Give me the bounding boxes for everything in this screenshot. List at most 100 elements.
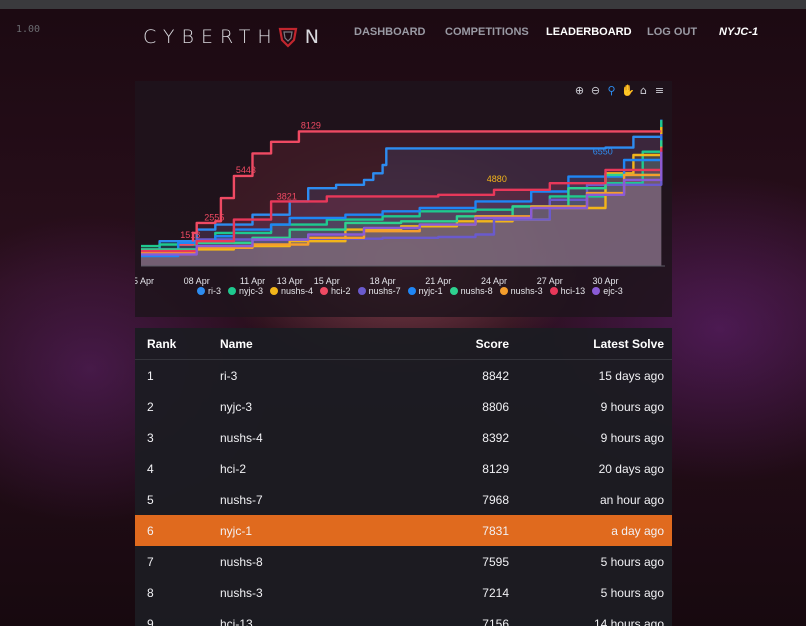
legend-label: nushs-8	[460, 286, 493, 296]
name-cell: hci-2	[220, 461, 247, 476]
legend-label: hci-2	[331, 286, 351, 296]
latest-solve-cell: 9 hours ago	[600, 399, 664, 414]
x-tick-label: 24 Apr	[481, 276, 507, 286]
nav-logout[interactable]: LOG OUT	[647, 26, 719, 38]
header-name[interactable]: Name	[220, 337, 420, 351]
score-cell: 7156	[482, 616, 509, 626]
header-rank[interactable]: Rank	[135, 337, 220, 351]
rank-cell: 7	[147, 554, 154, 569]
data-label: 5443	[236, 165, 256, 175]
legend-label: nyjc-1	[418, 286, 443, 296]
nav-user[interactable]: NYJC-1	[719, 26, 758, 38]
name-cell: nushs-8	[220, 554, 263, 569]
x-tick-label: 18 Apr	[370, 276, 396, 286]
legend-label: nyjc-3	[239, 286, 264, 296]
legend-marker-icon	[549, 287, 558, 295]
legend-label: ejc-3	[603, 286, 623, 296]
header-latest-solve[interactable]: Latest Solve	[509, 337, 672, 351]
score-cell: 8806	[482, 399, 509, 414]
name-cell: nushs-4	[220, 430, 263, 445]
score-cell: 7214	[482, 585, 509, 600]
score-cell: 8842	[482, 368, 509, 383]
nav-competitions[interactable]: COMPETITIONS	[445, 26, 546, 38]
score-cell: 7831	[482, 523, 509, 538]
legend-item[interactable]: nushs-8	[449, 286, 493, 296]
latest-solve-cell: 5 hours ago	[600, 554, 664, 569]
table-row-current-team[interactable]: 6 nyjc-1 7831 a day ago	[135, 515, 672, 546]
latest-solve-cell: an hour ago	[599, 492, 664, 507]
data-label: 6550	[593, 147, 613, 157]
name-cell: nushs-7	[220, 492, 263, 507]
latest-solve-cell: 15 days ago	[598, 368, 664, 383]
table-row[interactable]: 7 nushs-8 7595 5 hours ago	[135, 546, 672, 577]
brand-logo[interactable]: CYBERTH N	[143, 24, 326, 50]
table-row[interactable]: 3 nushs-4 8392 9 hours ago	[135, 422, 672, 453]
table-row[interactable]: 1 ri-3 8842 15 days ago	[135, 360, 672, 391]
rank-cell: 9	[147, 616, 154, 626]
brand-text-end: N	[304, 26, 326, 48]
legend-item[interactable]: nyjc-1	[407, 286, 443, 296]
legend-marker-icon	[270, 287, 279, 295]
main-nav: DASHBOARD COMPETITIONS LEADERBOARD LOG O…	[354, 26, 758, 38]
x-tick-label: 11 Apr	[240, 276, 265, 286]
rank-cell: 6	[147, 523, 154, 538]
nav-dashboard[interactable]: DASHBOARD	[354, 26, 445, 38]
legend-label: hci-13	[560, 286, 586, 296]
legend-item[interactable]: nyjc-3	[228, 286, 263, 296]
score-cell: 8392	[482, 430, 509, 445]
latest-solve-cell: 5 hours ago	[600, 585, 664, 600]
zoom-out-icon[interactable]: ⊖	[589, 84, 602, 97]
legend-item[interactable]: hci-13	[549, 286, 586, 296]
table-body: 1 ri-3 8842 15 days ago 2 nyjc-3 8806 9 hours a…	[135, 360, 672, 626]
header-score[interactable]: Score	[420, 337, 509, 351]
name-cell: hci-13	[220, 616, 253, 626]
legend-label: nushs-7	[368, 286, 401, 296]
data-label: 8129	[301, 120, 321, 130]
rank-cell: 1	[147, 368, 154, 383]
legend-marker-icon	[357, 287, 366, 295]
nav-leaderboard[interactable]: LEADERBOARD	[546, 26, 647, 38]
menu-icon[interactable]: ≡	[653, 84, 666, 97]
legend-label: nushs-3	[510, 286, 543, 296]
score-cell: 7968	[482, 492, 509, 507]
chart-toolbar: ⊕ ⊖ ⚲ ✋ ⌂ ≡	[573, 84, 666, 97]
zoom-in-icon[interactable]: ⊕	[573, 84, 586, 97]
rank-cell: 8	[147, 585, 154, 600]
legend-item[interactable]: ejc-3	[592, 286, 623, 296]
score-cell: 7595	[482, 554, 509, 569]
rank-cell: 2	[147, 399, 154, 414]
data-label: 1518	[180, 230, 200, 240]
legend-marker-icon	[320, 287, 329, 295]
legend-marker-icon	[499, 287, 508, 295]
legend-marker-icon	[407, 287, 416, 295]
x-tick-label: 13 Apr	[277, 276, 303, 286]
x-tick-label: 05 Apr	[135, 276, 154, 286]
home-icon[interactable]: ⌂	[637, 84, 650, 97]
x-tick-label: 21 Apr	[425, 276, 451, 286]
zoom-select-icon[interactable]: ⚲	[605, 84, 618, 97]
data-label: 2555	[204, 213, 224, 223]
table-row[interactable]: 4 hci-2 8129 20 days ago	[135, 453, 672, 484]
rank-cell: 4	[147, 461, 154, 476]
score-chart: 8129 5443 3821 2555 1518 6550 4880 05 Apr 08 Apr…	[135, 81, 672, 317]
x-tick-label: 30 Apr	[592, 276, 618, 286]
x-tick-label: 27 Apr	[537, 276, 563, 286]
name-cell: nyjc-1	[220, 523, 253, 538]
score-cell: 8129	[482, 461, 509, 476]
pan-hand-icon[interactable]: ✋	[621, 84, 635, 97]
table-row[interactable]: 8 nushs-3 7214 5 hours ago	[135, 577, 672, 608]
legend-marker-icon	[197, 287, 205, 295]
x-tick-label: 15 Apr	[314, 276, 340, 286]
table-header: Rank Name Score Latest Solve	[135, 328, 672, 360]
table-row[interactable]: 2 nyjc-3 8806 9 hours ago	[135, 391, 672, 422]
legend-label: ri-3	[208, 286, 221, 296]
legend-item[interactable]: nushs-7	[357, 286, 401, 296]
legend-item[interactable]: ri-3	[197, 286, 221, 296]
table-row[interactable]: 5 nushs-7 7968 an hour ago	[135, 484, 672, 515]
table-row[interactable]: 9 hci-13 7156 14 hours ago	[135, 608, 672, 626]
legend-item[interactable]: nushs-3	[499, 286, 543, 296]
legend-item[interactable]: nushs-4	[270, 286, 313, 296]
legend-item[interactable]: hci-2	[320, 286, 351, 296]
chart-canvas: 8129 5443 3821 2555 1518 6550 4880 05 Apr 08 Apr…	[135, 119, 665, 286]
zoom-label: 1.00	[16, 24, 41, 35]
